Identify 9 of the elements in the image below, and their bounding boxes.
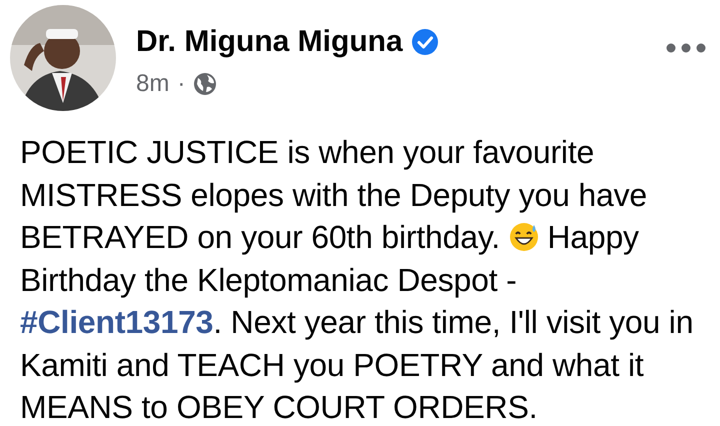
- more-options-icon[interactable]: [666, 43, 706, 53]
- separator-dot: ·: [177, 69, 186, 99]
- post-time[interactable]: 8m: [136, 66, 170, 102]
- author-name[interactable]: Dr. Miguna Miguna: [136, 19, 403, 64]
- globe-icon: [193, 72, 218, 96]
- verified-badge-icon: [410, 28, 439, 56]
- grinning-sweat-emoji-icon: [508, 222, 539, 252]
- hashtag-link[interactable]: #Client13173: [20, 304, 214, 340]
- post-text: POETIC JUSTICE is when your favourite MISTRESS elopes with the Deputy you have BETRAYED on your 60th birthday. Happy Birthday the Kleptomaniac Despot - #Client13173. Next year this time, I'll visit you in Kamiti and TEACH you POETRY and what it MEANS to OBEY COURT ORDERS.: [19, 133, 694, 426]
